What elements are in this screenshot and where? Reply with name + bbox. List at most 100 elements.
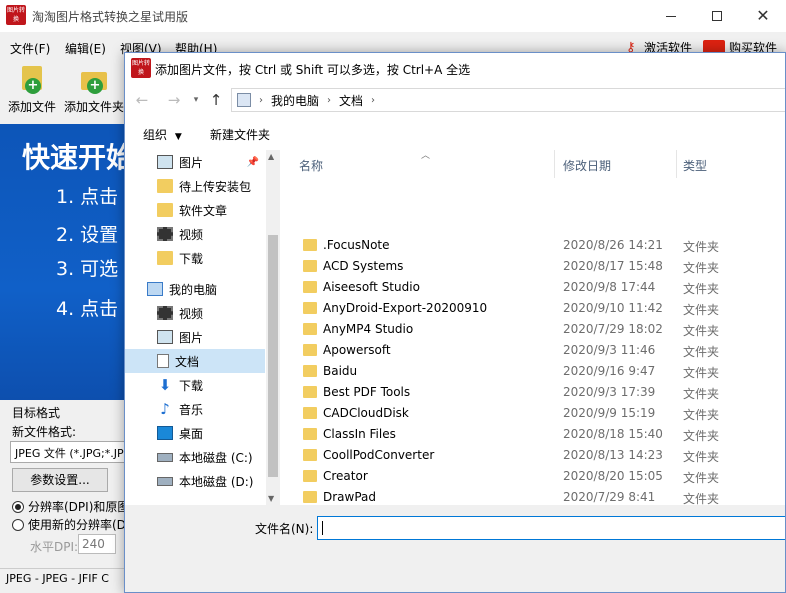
- banner-title: 快速开始: [22, 141, 135, 174]
- filename-label: 文件名(N):: [255, 522, 314, 536]
- scroll-down-icon[interactable]: ▼: [268, 494, 274, 503]
- organize-button[interactable]: 组织 ▼: [143, 126, 182, 143]
- nav-item[interactable]: 待上传安装包: [125, 174, 265, 198]
- recent-locations-chevron-icon[interactable]: ▾: [185, 89, 207, 111]
- file-row[interactable]: Apowersoft 2020/9/3 11:46 文件夹: [281, 340, 785, 361]
- file-row[interactable]: ClassIn Files 2020/8/18 15:40 文件夹: [281, 424, 785, 445]
- computer-icon: [237, 93, 251, 107]
- nav-item[interactable]: 软件文章: [125, 198, 265, 222]
- nav-item-label: 软件文章: [179, 203, 228, 218]
- pin-icon[interactable]: 📌: [247, 157, 259, 168]
- dialog-bottom-bar: 文件名(N):: [125, 505, 785, 592]
- file-name: .FocusNote: [323, 238, 390, 252]
- dpi-input[interactable]: 240: [78, 534, 116, 554]
- nav-item[interactable]: 本地磁盘 (D:): [125, 469, 265, 493]
- nav-item-label: 图片: [179, 155, 204, 170]
- file-row[interactable]: CADCloudDisk 2020/9/9 15:19 文件夹: [281, 403, 785, 424]
- nav-item-label: 文档: [175, 354, 200, 369]
- radio-unselected-icon: [12, 518, 24, 531]
- file-row[interactable]: .FocusNote 2020/8/26 14:21 文件夹: [281, 235, 785, 256]
- nav-item[interactable]: 本地磁盘 (C:): [125, 445, 265, 469]
- chevron-right-icon: ›: [259, 94, 263, 106]
- nav-item-label: 图片: [179, 330, 204, 345]
- scroll-up-icon[interactable]: ▲: [268, 152, 274, 161]
- music-icon: ♪: [160, 400, 170, 418]
- menu-edit[interactable]: 编辑(E): [65, 40, 106, 57]
- file-date: 2020/9/3 17:39: [563, 385, 656, 399]
- folder-icon: [303, 260, 317, 272]
- maximize-icon: [712, 11, 722, 21]
- disk-icon: [157, 476, 173, 486]
- file-date: 2020/9/9 15:19: [563, 406, 656, 420]
- breadcrumb-my-computer[interactable]: 我的电脑: [271, 92, 319, 109]
- nav-item-label: 桌面: [179, 426, 204, 441]
- file-row[interactable]: Baidu 2020/9/16 9:47 文件夹: [281, 361, 785, 382]
- file-date: 2020/8/18 15:40: [563, 427, 663, 441]
- file-row[interactable]: Best PDF Tools 2020/9/3 17:39 文件夹: [281, 382, 785, 403]
- file-row[interactable]: Aiseesoft Studio 2020/9/8 17:44 文件夹: [281, 277, 785, 298]
- folder-icon: [303, 407, 317, 419]
- back-arrow-icon[interactable]: ←: [131, 89, 153, 111]
- file-row[interactable]: AnyMP4 Studio 2020/7/29 18:02 文件夹: [281, 319, 785, 340]
- close-button[interactable]: ✕: [740, 0, 786, 32]
- radio-new-dpi[interactable]: 使用新的分辨率(D: [12, 516, 126, 533]
- sort-up-icon: ︿: [421, 151, 431, 161]
- folder-icon: [303, 470, 317, 482]
- radio-keep-dpi[interactable]: 分辨率(DPI)和原图: [12, 498, 129, 515]
- dialog-command-bar: 组织 ▼ 新建文件夹: [125, 119, 785, 147]
- column-header-name[interactable]: ︿ 名称: [281, 150, 555, 178]
- file-name: Apowersoft: [323, 343, 391, 357]
- nav-item[interactable]: 桌面: [125, 421, 265, 445]
- nav-item[interactable]: 下载: [125, 246, 265, 270]
- nav-item[interactable]: 文档: [125, 349, 265, 373]
- file-row[interactable]: Creator 2020/8/20 15:05 文件夹: [281, 466, 785, 487]
- nav-item[interactable]: 图片: [125, 325, 265, 349]
- add-folder-button[interactable]: + 添加文件夹: [64, 66, 124, 115]
- document-icon: [157, 354, 169, 368]
- nav-item[interactable]: 视频: [125, 222, 265, 246]
- folder-icon: [303, 302, 317, 314]
- column-header-type[interactable]: 类型: [677, 150, 785, 178]
- file-name: Baidu: [323, 364, 358, 378]
- folder-icon: [157, 251, 173, 265]
- folder-icon: [303, 239, 317, 251]
- params-button[interactable]: 参数设置...: [12, 468, 108, 492]
- forward-arrow-icon[interactable]: →: [163, 89, 185, 111]
- nav-item[interactable]: ⬇ 下载: [125, 373, 265, 397]
- disk-icon: [157, 452, 173, 462]
- add-file-button[interactable]: + 添加文件: [2, 66, 62, 115]
- target-format-label: 目标格式: [12, 406, 61, 420]
- add-folder-label: 添加文件夹: [64, 100, 125, 114]
- file-list: ︿ 名称 修改日期 类型 .FocusNote 2020/8/26 14:21 文件…: [281, 150, 785, 505]
- folder-icon: [303, 323, 317, 335]
- file-type: 文件夹: [683, 303, 720, 317]
- up-arrow-icon[interactable]: ↑: [205, 89, 227, 111]
- file-type: 文件夹: [683, 471, 720, 485]
- banner-step-4: 4. 点击: [56, 298, 119, 320]
- folder-icon: [303, 344, 317, 356]
- navigation-scrollbar[interactable]: ▲ ▼: [266, 150, 280, 505]
- nav-item[interactable]: 我的电脑: [125, 277, 265, 301]
- minimize-button[interactable]: [648, 0, 694, 32]
- add-folder-icon: +: [79, 66, 109, 96]
- format-select[interactable]: JPEG 文件 (*.JPG;*.JPEG): [10, 441, 130, 463]
- menu-file[interactable]: 文件(F): [10, 40, 50, 57]
- file-date: 2020/9/10 11:42: [563, 301, 663, 315]
- file-row[interactable]: DrawPad 2020/7/29 8:41 文件夹: [281, 487, 785, 505]
- breadcrumb-documents[interactable]: 文档: [339, 92, 363, 109]
- file-type: 文件夹: [683, 345, 720, 359]
- address-bar[interactable]: › 我的电脑 › 文档 ›: [231, 88, 785, 112]
- nav-item[interactable]: 视频: [125, 301, 265, 325]
- nav-item[interactable]: ♪ 音乐: [125, 397, 265, 421]
- file-row[interactable]: CoollPodConverter 2020/8/13 14:23 文件夹: [281, 445, 785, 466]
- filename-input[interactable]: [317, 516, 785, 540]
- file-row[interactable]: ACD Systems 2020/8/17 15:48 文件夹: [281, 256, 785, 277]
- new-folder-button[interactable]: 新建文件夹: [210, 126, 270, 143]
- column-header-date[interactable]: 修改日期: [555, 150, 677, 178]
- scrollbar-thumb[interactable]: [268, 235, 278, 477]
- file-date: 2020/8/17 15:48: [563, 259, 663, 273]
- maximize-button[interactable]: [694, 0, 740, 32]
- nav-item[interactable]: 图片 📌: [125, 150, 265, 174]
- file-name: CoollPodConverter: [323, 448, 435, 462]
- file-row[interactable]: AnyDroid-Export-20200910 2020/9/10 11:42 文…: [281, 298, 785, 319]
